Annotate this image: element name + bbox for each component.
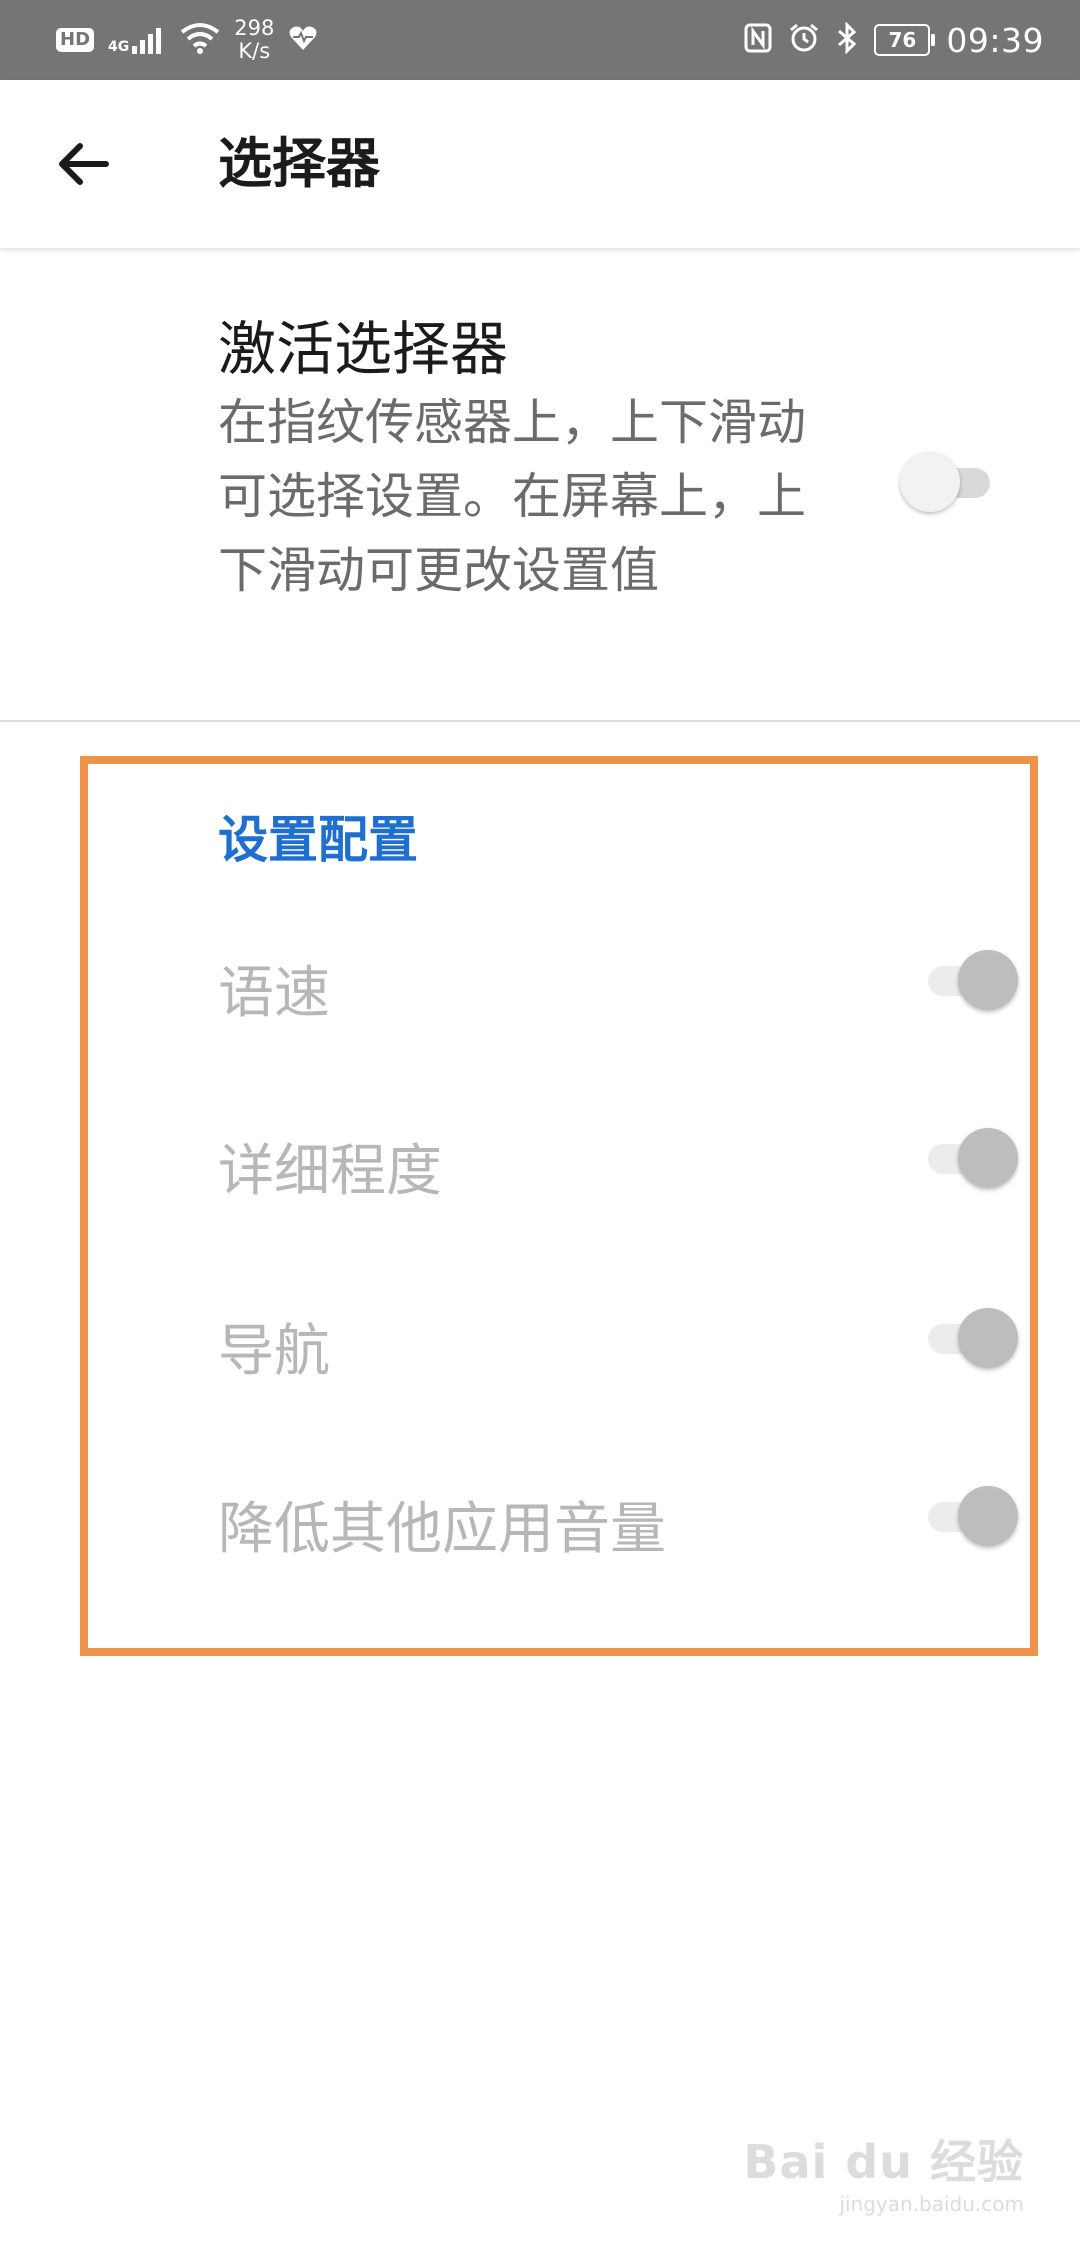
- activate-selector-row[interactable]: 激活选择器 在指纹传感器上，上下滑动可选择设置。在屏幕上，上下滑动可更改设置值: [0, 250, 1080, 720]
- hd-badge: HD: [56, 28, 95, 52]
- toggle-thumb: [958, 1308, 1018, 1368]
- nfc-icon: [744, 23, 772, 57]
- activate-selector-title: 激活选择器: [218, 315, 509, 383]
- battery-icon: 76: [874, 24, 936, 56]
- bluetooth-icon: [836, 21, 858, 58]
- clock: 09:39: [946, 20, 1044, 60]
- network-type: 4G: [108, 39, 130, 55]
- app-bar: 选择器: [0, 80, 1080, 249]
- battery-level: 76: [888, 28, 917, 52]
- status-bar: HD 4G 298 K/s 76 09:39: [0, 0, 1080, 80]
- health-heart-icon: [288, 24, 318, 56]
- alarm-icon: [788, 22, 820, 58]
- activate-selector-toggle[interactable]: [898, 450, 998, 514]
- setting-label-lower-other-volume: 降低其他应用音量: [218, 1497, 666, 1562]
- signal-icon: 4G: [108, 26, 166, 54]
- speed-unit: K/s: [238, 39, 271, 63]
- page-title: 选择器: [218, 132, 380, 195]
- toggle-thumb: [958, 1486, 1018, 1546]
- watermark-main: Bai du 经验: [743, 2135, 1024, 2189]
- toggle-thumb: [958, 1128, 1018, 1188]
- toggle-thumb: [900, 452, 960, 512]
- speech-rate-toggle[interactable]: [920, 948, 1020, 1012]
- toggle-thumb: [958, 950, 1018, 1010]
- watermark-sub: jingyan.baidu.com: [839, 2192, 1024, 2216]
- back-button[interactable]: [44, 124, 124, 204]
- lower-other-volume-toggle[interactable]: [920, 1484, 1020, 1548]
- network-speed: 298 K/s: [234, 17, 274, 63]
- divider: [0, 720, 1080, 722]
- status-right: 76 09:39: [744, 0, 1044, 80]
- speed-value: 298: [234, 16, 275, 40]
- navigation-toggle[interactable]: [920, 1306, 1020, 1370]
- section-header-settings-config: 设置配置: [218, 811, 418, 869]
- watermark: Bai du 经验 jingyan.baidu.com: [743, 2126, 1024, 2216]
- status-left: HD 4G 298 K/s: [56, 0, 318, 80]
- activate-selector-description: 在指纹传感器上，上下滑动可选择设置。在屏幕上，上下滑动可更改设置值: [218, 394, 807, 599]
- wifi-icon: [180, 22, 220, 58]
- setting-label-navigation: 导航: [218, 1319, 330, 1384]
- setting-label-verbosity: 详细程度: [218, 1139, 442, 1204]
- setting-label-speech-rate: 语速: [218, 961, 330, 1026]
- arrow-back-icon: [59, 143, 109, 185]
- verbosity-toggle[interactable]: [920, 1126, 1020, 1190]
